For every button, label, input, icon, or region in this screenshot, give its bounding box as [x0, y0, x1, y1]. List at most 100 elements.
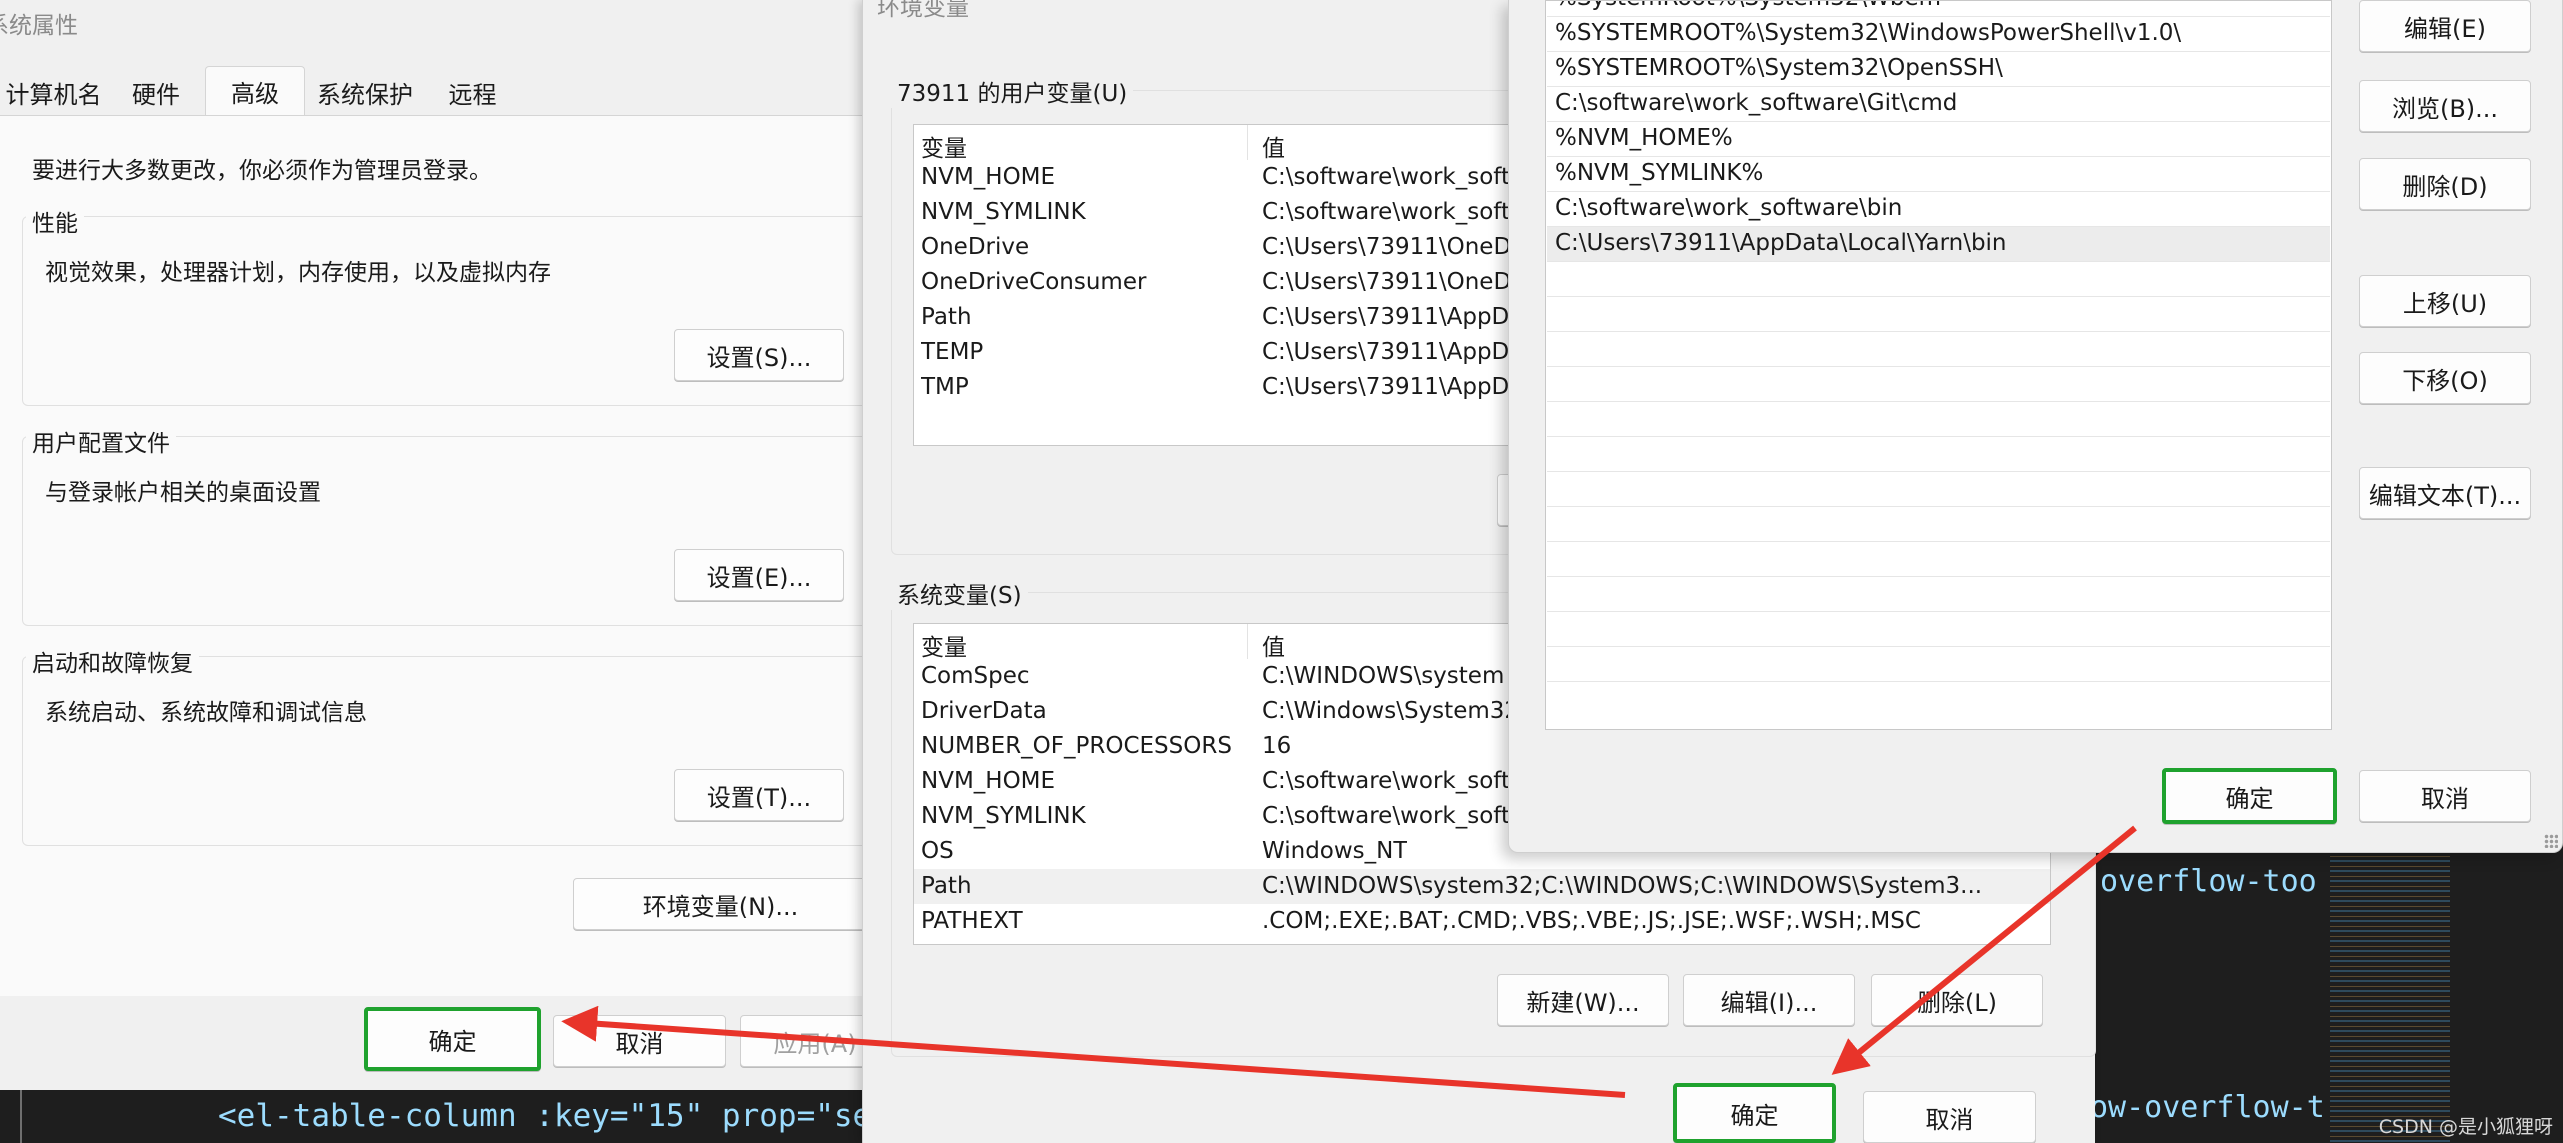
- variable-name: ComSpec: [921, 663, 1030, 689]
- list-item[interactable]: [1547, 332, 2330, 367]
- startup-recovery-title: 启动和故障恢复: [26, 644, 199, 678]
- list-item[interactable]: C:\Users\73911\AppData\Local\Yarn\bin: [1547, 227, 2330, 262]
- variable-value: C:\Users\73911\AppD: [1262, 374, 1510, 400]
- startup-recovery-settings-button[interactable]: 设置(T)...: [674, 769, 844, 821]
- list-item[interactable]: [1547, 647, 2330, 682]
- list-item[interactable]: [1547, 367, 2330, 402]
- performance-title: 性能: [26, 204, 84, 238]
- path-entry-text: C:\Users\73911\AppData\Local\Yarn\bin: [1555, 230, 2007, 256]
- variable-value: 16: [1262, 733, 1292, 759]
- column-header-value[interactable]: 值: [1262, 628, 1285, 662]
- system-variables-title: 系统变量(S): [891, 576, 1028, 610]
- tab-system-protection[interactable]: 系统保护: [305, 70, 425, 115]
- variable-value: .COM;.EXE;.BAT;.CMD;.VBS;.VBE;.JS;.JSE;.…: [1262, 908, 1921, 934]
- variable-name: TEMP: [921, 339, 984, 365]
- variable-value: C:\software\work_soft: [1262, 199, 1511, 225]
- variable-name: PATHEXT: [921, 908, 1023, 934]
- variable-name: NVM_HOME: [921, 768, 1056, 794]
- list-item[interactable]: [1547, 507, 2330, 542]
- list-item[interactable]: %SYSTEMROOT%\System32\WindowsPowerShell\…: [1547, 17, 2330, 52]
- resize-grip-icon[interactable]: [2544, 834, 2558, 848]
- code-editor-right: overflow-too ow-overflow-t: [2090, 850, 2563, 1143]
- environment-variables-button[interactable]: 环境变量(N)...: [573, 878, 868, 930]
- path-entries-list[interactable]: %SystemRoot%\System32\Wbem %SYSTEMROOT%\S…: [1545, 0, 2332, 730]
- table-row[interactable]: Path C:\WINDOWS\system32;C:\WINDOWS;C:\WI…: [914, 869, 2050, 904]
- sysprops-cancel-button[interactable]: 取消: [553, 1015, 726, 1067]
- path-entry-text: %NVM_SYMLINK%: [1555, 160, 1764, 186]
- variable-name: NVM_SYMLINK: [921, 803, 1086, 829]
- variable-name: NVM_HOME: [921, 164, 1056, 190]
- performance-settings-button[interactable]: 设置(S)...: [674, 329, 844, 381]
- path-entry-text: %NVM_HOME%: [1555, 125, 1733, 151]
- list-item[interactable]: [1547, 542, 2330, 577]
- column-header-variable[interactable]: 变量: [921, 628, 967, 662]
- variable-value: C:\Users\73911\AppD: [1262, 304, 1510, 330]
- indent-guides: [20, 1090, 222, 1143]
- variable-name: NVM_SYMLINK: [921, 199, 1086, 225]
- path-entry-text: C:\software\work_software\Git\cmd: [1555, 90, 1958, 116]
- edit-path-window: %SystemRoot%\System32\Wbem %SYSTEMROOT%\S…: [1508, 0, 2563, 853]
- user-profile-title: 用户配置文件: [26, 424, 176, 458]
- list-item[interactable]: %SYSTEMROOT%\System32\OpenSSH\: [1547, 52, 2330, 87]
- path-edit-text-button[interactable]: 编辑文本(T)...: [2359, 467, 2531, 519]
- system-properties-window: 系统属性 计算机名 硬件 高级 系统保护 远程 要进行大多数更改，你必须作为管理…: [0, 0, 890, 1090]
- path-browse-button[interactable]: 浏览(B)...: [2359, 80, 2531, 132]
- list-item[interactable]: %SystemRoot%\System32\Wbem: [1547, 1, 2330, 17]
- envvars-cancel-button[interactable]: 取消: [1863, 1091, 2036, 1143]
- variable-value: C:\Users\73911\OneD: [1262, 269, 1512, 295]
- column-header-variable[interactable]: 变量: [921, 129, 967, 163]
- column-divider[interactable]: [1247, 624, 1248, 659]
- path-move-down-button[interactable]: 下移(O): [2359, 352, 2531, 404]
- path-delete-button[interactable]: 删除(D): [2359, 158, 2531, 210]
- variable-value: Windows_NT: [1262, 838, 1408, 864]
- list-item[interactable]: %NVM_SYMLINK%: [1547, 157, 2330, 192]
- startup-recovery-desc: 系统启动、系统故障和调试信息: [45, 700, 367, 726]
- list-item[interactable]: [1547, 437, 2330, 472]
- tab-advanced[interactable]: 高级: [205, 66, 305, 116]
- list-item[interactable]: [1547, 297, 2330, 332]
- pathedit-ok-button[interactable]: 确定: [2162, 768, 2337, 824]
- performance-desc: 视觉效果，处理器计划，内存使用，以及虚拟内存: [45, 260, 551, 286]
- list-item[interactable]: [1547, 262, 2330, 297]
- admin-note: 要进行大多数更改，你必须作为管理员登录。: [32, 158, 492, 184]
- envvars-ok-button[interactable]: 确定: [1673, 1083, 1836, 1143]
- variable-name: OneDrive: [921, 234, 1030, 260]
- variable-value: C:\software\work_soft: [1262, 164, 1511, 190]
- tab-computer-name[interactable]: 计算机名: [0, 70, 107, 115]
- path-move-up-button[interactable]: 上移(U): [2359, 275, 2531, 327]
- list-item[interactable]: [1547, 472, 2330, 507]
- variable-value: C:\Users\73911\OneD: [1262, 234, 1512, 260]
- path-edit-button[interactable]: 编辑(E): [2359, 0, 2531, 52]
- tab-remote[interactable]: 远程: [425, 70, 520, 115]
- code-minimap: [2330, 850, 2450, 1143]
- variable-name: NUMBER_OF_PROCESSORS: [921, 733, 1232, 759]
- column-header-value[interactable]: 值: [1262, 129, 1285, 163]
- variable-name: DriverData: [921, 698, 1047, 724]
- code-fragment: ow-overflow-t: [2090, 1090, 2325, 1125]
- user-profile-settings-button[interactable]: 设置(E)...: [674, 549, 844, 601]
- pathedit-cancel-button[interactable]: 取消: [2359, 770, 2531, 822]
- edit-variable-button[interactable]: 编辑(I)...: [1683, 974, 1855, 1026]
- list-item[interactable]: [1547, 402, 2330, 437]
- delete-variable-button[interactable]: 删除(L): [1871, 974, 2043, 1026]
- variable-value: C:\software\work_soft: [1262, 768, 1511, 794]
- variable-value: C:\software\work_soft: [1262, 803, 1511, 829]
- list-item[interactable]: [1547, 612, 2330, 647]
- list-item[interactable]: %NVM_HOME%: [1547, 122, 2330, 157]
- variable-value: C:\WINDOWS\system32;C:\WINDOWS;C:\WINDOW…: [1262, 873, 1983, 899]
- variable-name: Path: [921, 304, 972, 330]
- tab-hardware[interactable]: 硬件: [107, 70, 205, 115]
- user-profile-desc: 与登录帐户相关的桌面设置: [45, 480, 321, 506]
- list-item[interactable]: C:\software\work_software\bin: [1547, 192, 2330, 227]
- sysprops-ok-button[interactable]: 确定: [364, 1007, 541, 1071]
- table-row[interactable]: PATHEXT .COM;.EXE;.BAT;.CMD;.VBS;.VBE;.JS…: [914, 904, 2050, 939]
- code-line: <el-table-column :key="15" prop="se: [218, 1098, 872, 1134]
- new-variable-button[interactable]: 新建(W)...: [1497, 974, 1669, 1026]
- window-title: 环境变量: [877, 0, 969, 21]
- list-item[interactable]: [1547, 577, 2330, 612]
- column-divider[interactable]: [1247, 125, 1248, 160]
- path-entry-text: %SYSTEMROOT%\System32\OpenSSH\: [1555, 55, 2003, 81]
- variable-value: C:\Windows\System32: [1262, 698, 1520, 724]
- list-item[interactable]: C:\software\work_software\Git\cmd: [1547, 87, 2330, 122]
- path-entry-text: %SYSTEMROOT%\System32\WindowsPowerShell\…: [1555, 20, 2182, 46]
